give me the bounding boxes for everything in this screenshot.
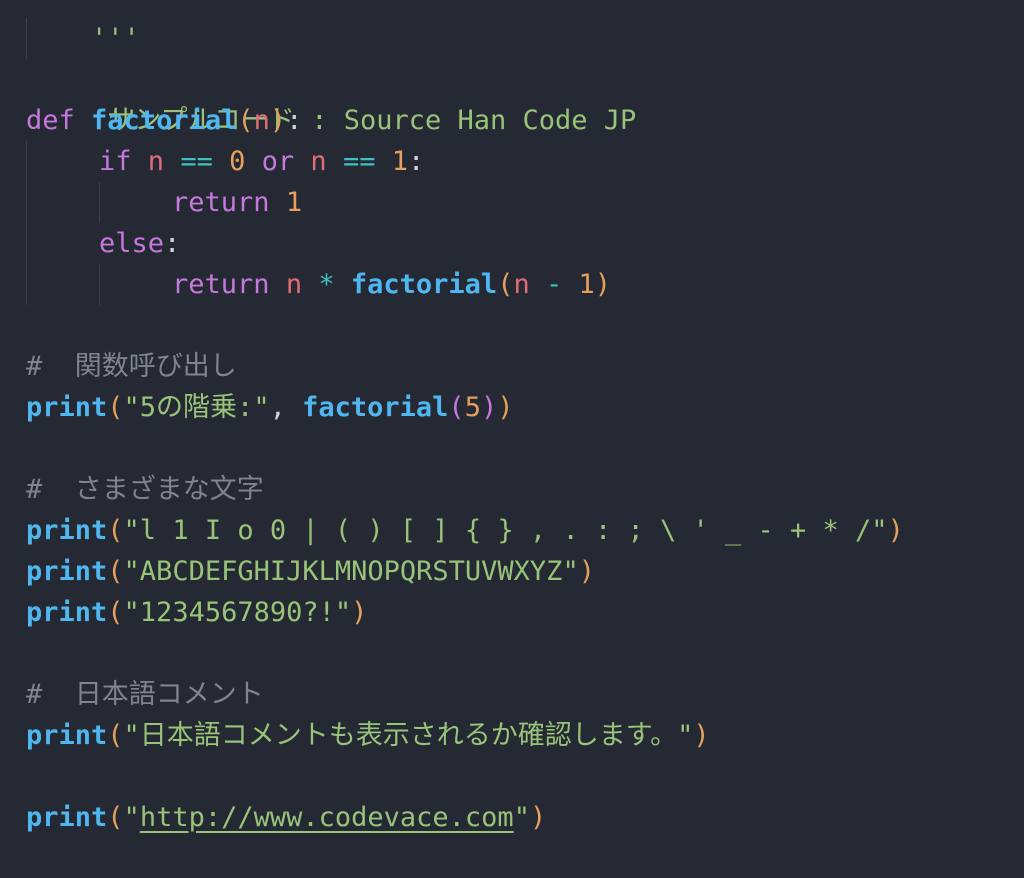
string-literal: "1234567890?!" <box>123 597 352 628</box>
operator: == <box>180 146 213 177</box>
number: 5 <box>464 392 481 423</box>
indent-guide <box>26 182 27 223</box>
paren: ) <box>497 392 514 423</box>
keyword-or: or <box>261 146 295 177</box>
paren: ) <box>529 802 547 833</box>
code-line-comment: # 日本語コメント <box>26 674 904 715</box>
paren: ( <box>107 802 124 833</box>
code-line-def: def factorial(n): <box>26 100 904 141</box>
keyword-else: else <box>99 228 165 259</box>
code-line-docstring-text: サンプルコード : Source Han Code JP <box>26 18 904 136</box>
paren: ) <box>351 597 368 628</box>
code-line-comment: # 関数呼び出し <box>26 346 904 387</box>
indent-guide <box>26 141 27 182</box>
colon: : <box>407 146 425 177</box>
number: 1 <box>578 269 595 300</box>
paren: ( <box>107 392 124 423</box>
indent-guide <box>26 18 27 59</box>
code-line-print-japanese: print("日本語コメントも表示されるか確認します。") <box>26 715 904 756</box>
string-literal: "l 1 I o 0 | ( ) [ ] { } , . : ; \ ' _ -… <box>123 515 888 546</box>
paren: ( <box>107 597 124 628</box>
code-line-print-digits: print("1234567890?!") <box>26 592 904 633</box>
colon: : <box>164 228 181 259</box>
function-call-print: print <box>26 392 108 423</box>
string-literal: "ABCDEFGHIJKLMNOPQRSTUVWXYZ" <box>123 556 579 587</box>
function-call-print: print <box>26 597 108 628</box>
keyword-return: return <box>172 269 270 300</box>
variable: n <box>513 269 530 300</box>
keyword-if: if <box>99 146 132 177</box>
code-line-return-1: return 1 <box>26 182 904 223</box>
url-link[interactable]: http://www.codevace.com <box>140 802 514 833</box>
colon: : <box>286 105 303 136</box>
quote: " <box>513 802 530 833</box>
operator: == <box>342 146 376 177</box>
paren: ( <box>448 392 465 423</box>
parameter: n <box>253 105 270 136</box>
string-literal: "5の階乗:" <box>123 392 270 423</box>
number: 0 <box>229 146 246 177</box>
function-name: factorial <box>91 105 238 136</box>
paren: ) <box>269 105 287 136</box>
comment: # さまざまな文字 <box>26 474 264 505</box>
code-line-docstring-open: ''' <box>26 0 904 54</box>
string-literal: "日本語コメントも表示されるか確認します。" <box>123 720 694 751</box>
operator: - <box>545 269 563 300</box>
indent-guide <box>99 182 100 223</box>
indent-guide <box>26 223 27 264</box>
operator: * <box>318 269 335 300</box>
quote: " <box>123 802 140 833</box>
code-line-if: if n == 0 or n == 1: <box>26 141 904 182</box>
function-call-print: print <box>26 556 108 587</box>
keyword-return: return <box>172 187 270 218</box>
paren: ( <box>107 515 124 546</box>
number: 1 <box>391 146 408 177</box>
code-editor[interactable]: ''' サンプルコード : Source Han Code JP ''' def… <box>26 0 904 838</box>
code-line-else: else: <box>26 223 904 264</box>
variable: n <box>310 146 327 177</box>
comment: # 関数呼び出し <box>26 351 237 382</box>
paren: ) <box>578 556 595 587</box>
code-line-docstring-close: ''' <box>26 59 904 136</box>
code-line-print-symbols: print("l 1 I o 0 | ( ) [ ] { } , . : ; \… <box>26 510 904 551</box>
paren: ) <box>693 720 710 751</box>
paren: ) <box>887 515 904 546</box>
function-call: factorial <box>302 392 449 423</box>
code-line-print-factorial: print("5の階乗:", factorial(5)) <box>26 387 904 428</box>
code-line-comment: # さまざまな文字 <box>26 469 904 510</box>
paren: ) <box>594 269 612 300</box>
paren: ( <box>497 269 514 300</box>
variable: n <box>147 146 165 177</box>
code-line-print-url: print("http://www.codevace.com") <box>26 797 904 838</box>
code-line-return-recursive: return n * factorial(n - 1) <box>26 264 904 305</box>
function-call-print: print <box>26 720 108 751</box>
number: 1 <box>285 187 303 218</box>
comment: # 日本語コメント <box>26 679 264 710</box>
paren: ( <box>107 556 124 587</box>
paren: ) <box>480 392 498 423</box>
comma: , <box>269 392 286 423</box>
paren: ( <box>107 720 124 751</box>
indent-guide <box>26 264 27 305</box>
function-call-print: print <box>26 802 108 833</box>
function-call-print: print <box>26 515 108 546</box>
function-call: factorial <box>350 269 498 300</box>
paren: ( <box>237 105 254 136</box>
variable: n <box>285 269 303 300</box>
code-line-print-alphabet: print("ABCDEFGHIJKLMNOPQRSTUVWXYZ") <box>26 551 904 592</box>
keyword-def: def <box>26 105 75 136</box>
indent-guide <box>99 264 100 305</box>
